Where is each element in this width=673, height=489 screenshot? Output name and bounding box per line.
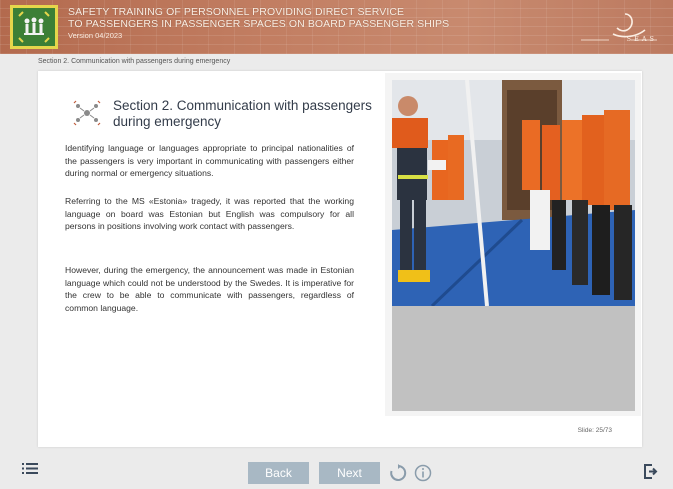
course-title-line2: TO PASSENGERS IN PASSENGER SPACES ON BOA…: [68, 18, 450, 30]
slide-counter: Slide: 25/73: [577, 427, 612, 434]
exit-icon[interactable]: [644, 464, 658, 479]
header-banner: SAFETY TRAINING OF PERSONNEL PROVIDING D…: [0, 0, 673, 54]
back-button[interactable]: Back: [248, 462, 309, 484]
replay-icon[interactable]: [389, 464, 407, 482]
people-network-icon: [73, 100, 101, 126]
breadcrumb: Section 2. Communication with passengers…: [38, 58, 231, 65]
list-menu-icon[interactable]: [22, 462, 38, 475]
photo-placeholder: [392, 306, 635, 411]
next-button[interactable]: Next: [319, 462, 380, 484]
course-version: Version 04/2023: [68, 31, 123, 40]
brand-name: SEAS: [626, 35, 657, 43]
section-title: Section 2. Communication with passengers…: [113, 98, 372, 129]
body-paragraph-1: Identifying language or languages approp…: [65, 143, 354, 179]
course-logo: [10, 5, 58, 49]
body-paragraph-2: Referring to the MS «Estonia» tragedy, i…: [65, 196, 354, 232]
body-paragraph-3: However, during the emergency, the annou…: [65, 265, 354, 313]
safety-briefing-photo: [392, 80, 635, 306]
info-icon[interactable]: [414, 464, 432, 482]
slide-card: Section 2. Communication with passengers…: [38, 71, 642, 447]
course-title-line1: SAFETY TRAINING OF PERSONNEL PROVIDING D…: [68, 6, 405, 18]
